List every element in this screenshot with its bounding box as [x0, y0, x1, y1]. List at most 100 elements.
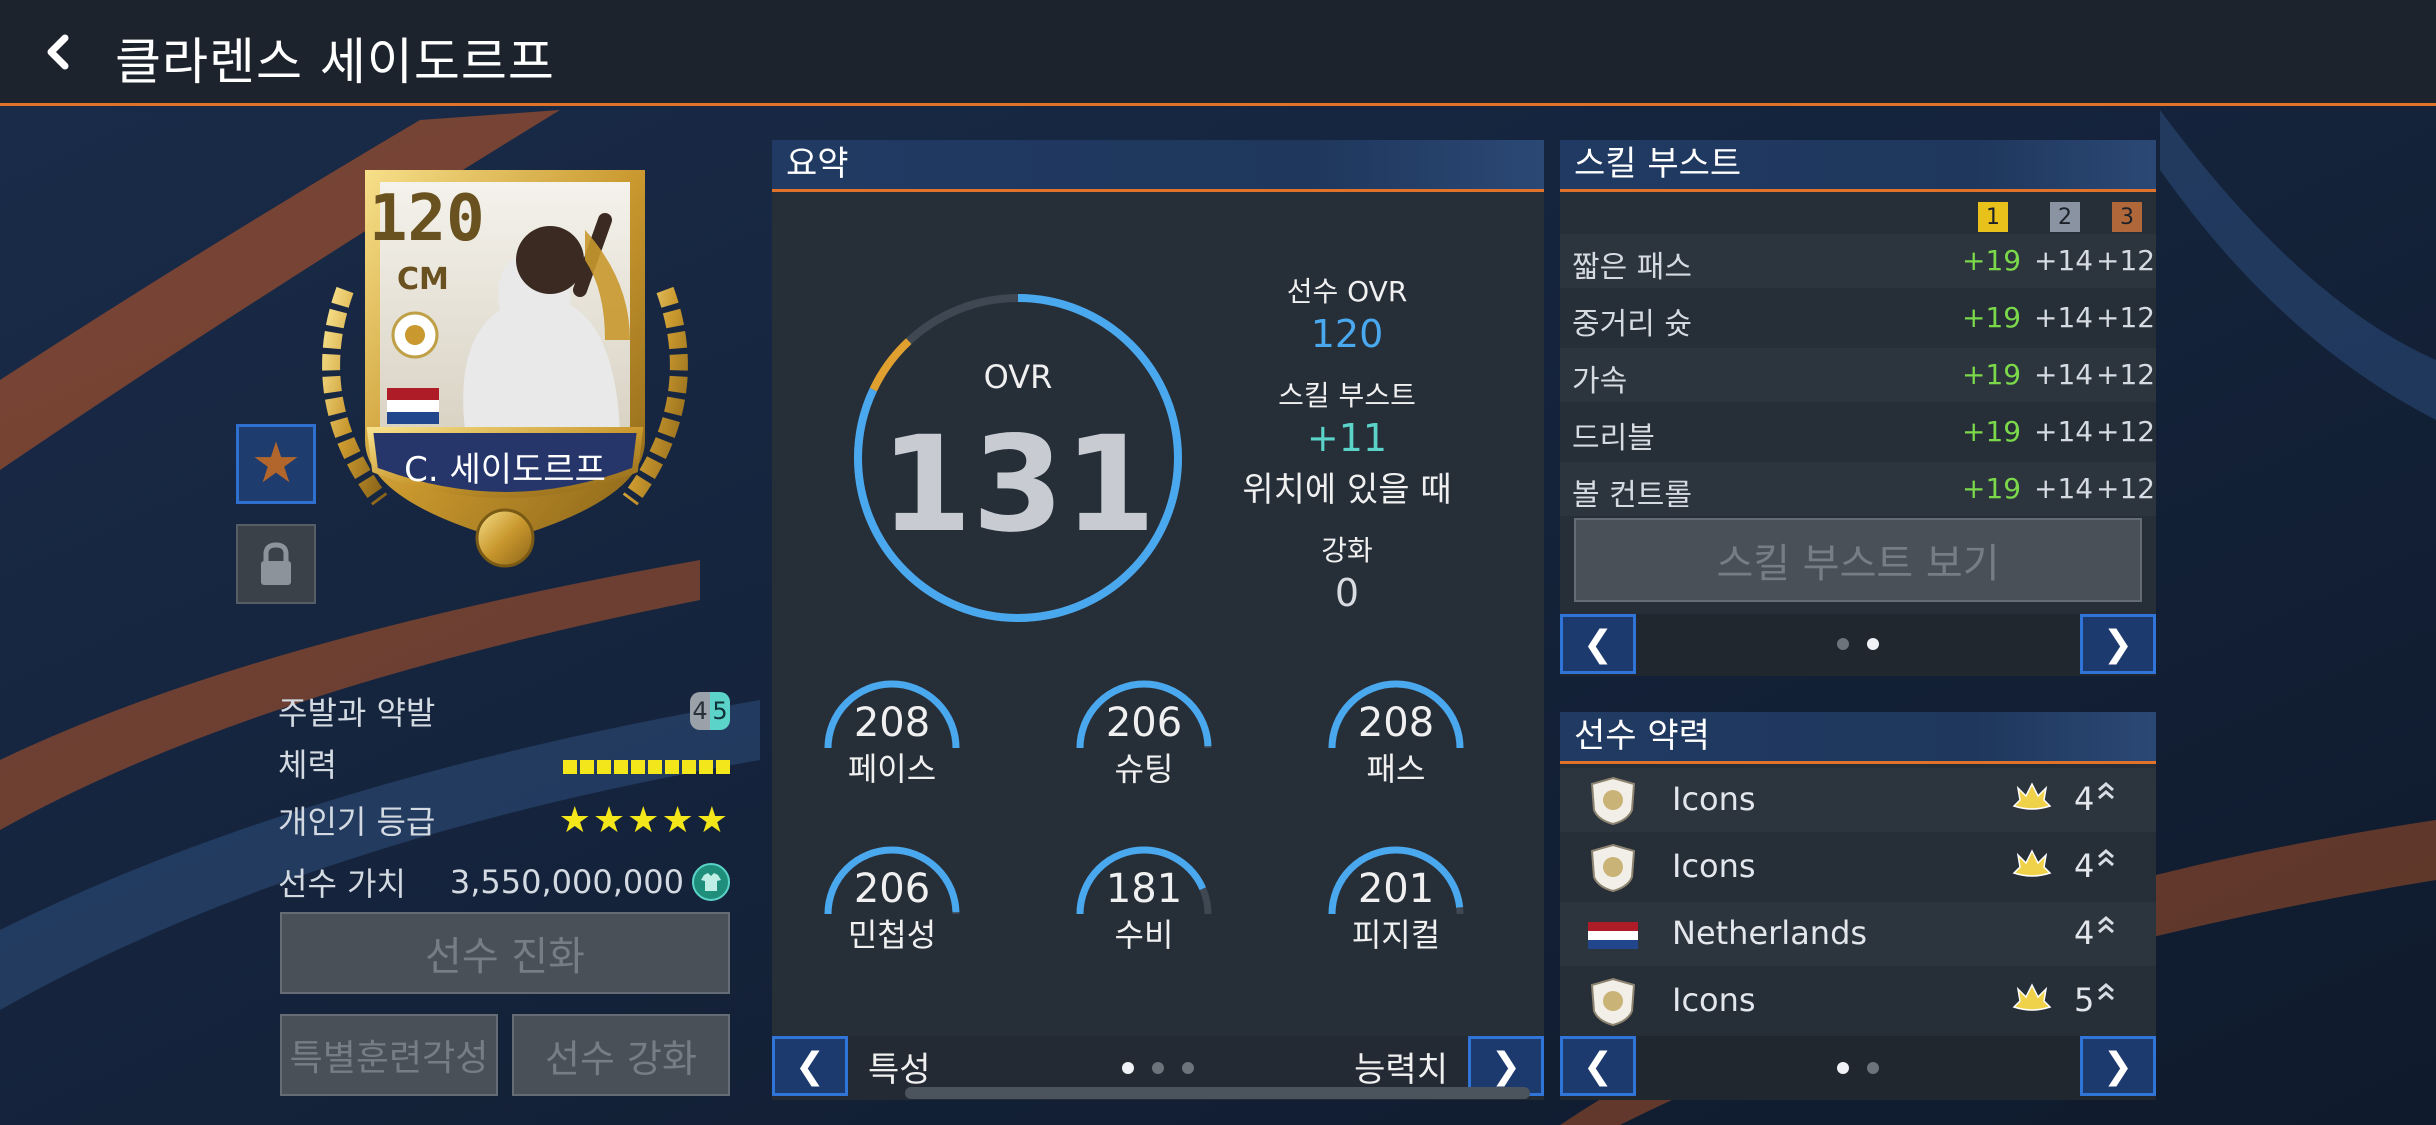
rank-badge: 1 — [1978, 202, 2008, 232]
trait-level: 4 — [2074, 847, 2095, 885]
currency-icon — [692, 863, 730, 901]
view-skill-boost-button[interactable]: 스킬 부스트 보기 — [1574, 518, 2142, 602]
trait-row[interactable]: Icons 4 — [1560, 768, 2156, 832]
stat-value: 206 — [1105, 700, 1183, 746]
info-row-value: 선수 가치 3,550,000,000 — [278, 859, 730, 905]
stamina-segment — [665, 760, 679, 774]
trait-level: 4 — [2074, 914, 2095, 952]
summary-prev-button[interactable]: ❮ — [772, 1036, 848, 1096]
skill-boost-prev-button[interactable]: ❮ — [1560, 614, 1636, 674]
icon-type-icon — [2012, 849, 2052, 893]
skill-name: 중거리 슛 — [1572, 307, 1692, 342]
rank-badge: 2 — [2050, 202, 2080, 232]
page-dot — [1122, 1062, 1134, 1074]
level-up-icon — [2096, 975, 2116, 1013]
stamina-segment — [614, 760, 628, 774]
player-card[interactable]: 120 CM C. 세이도르프 — [285, 140, 725, 580]
stat-label: 페이스 — [847, 750, 937, 788]
skill-boost-value: +19 — [1962, 244, 2022, 277]
skill-boost-value: +11 — [1306, 416, 1388, 460]
skill-boost-next-button[interactable]: ❯ — [2080, 614, 2156, 674]
info-row-foot: 주발과 약발 4 5 — [278, 688, 730, 734]
foot-left-value: 4 — [690, 692, 710, 730]
trait-row[interactable]: Netherlands 4 — [1560, 902, 2156, 966]
ovr-label: OVR — [983, 358, 1053, 396]
stamina-segment — [563, 760, 577, 774]
stamina-segment — [631, 760, 645, 774]
player-value: 3,550,000,000 — [449, 863, 684, 901]
page-dot — [1837, 1062, 1849, 1074]
stat-label: 슈팅 — [1114, 750, 1174, 788]
skill-boost-value: +14 — [2034, 415, 2094, 448]
skill-boost-value: +19 — [1962, 415, 2022, 448]
favorite-button[interactable]: ★ — [236, 424, 316, 504]
skill-boost-row: 가속 +19 +14 +12 — [1560, 348, 2156, 402]
value-label: 선수 가치 — [278, 865, 406, 903]
skill-boost-value: +12 — [2096, 472, 2156, 505]
traits-next-button[interactable]: ❯ — [2080, 1036, 2156, 1096]
star-icon: ★ — [250, 431, 302, 496]
trait-row[interactable]: Icons 4 — [1560, 835, 2156, 899]
skill-boost-value: +14 — [2034, 301, 2094, 334]
skill-name: 짧은 패스 — [1572, 250, 1692, 285]
skill-boost-row: 볼 컨트롤 +19 +14 +12 — [1560, 462, 2156, 516]
card-player-name: C. 세이도르프 — [404, 450, 606, 490]
trait-name: Icons — [1672, 847, 1756, 885]
skill-boost-value: +19 — [1962, 301, 2022, 334]
skill-boost-panel: 스킬 부스트 123 짧은 패스 +19 +14 +12 중거리 슛 +19 +14 +12 가… — [1560, 140, 2156, 676]
info-row-stamina: 체력 — [278, 740, 730, 786]
skill-boost-row: 중거리 슛 +19 +14 +12 — [1560, 291, 2156, 345]
traits-prev-button[interactable]: ❮ — [1560, 1036, 1636, 1096]
skill-boost-value: +14 — [2034, 472, 2094, 505]
scrollbar[interactable] — [905, 1087, 1530, 1099]
skill-boost-value: +14 — [2034, 358, 2094, 391]
enhance-value: 0 — [1334, 571, 1360, 615]
page-dot — [1182, 1062, 1194, 1074]
skill-boost-label: 스킬 부스트 — [1278, 379, 1416, 412]
player-card-art — [322, 170, 688, 568]
skill-boost-page-dots — [1837, 638, 1879, 650]
lock-button[interactable] — [236, 524, 316, 604]
position-note: 위치에 있을 때 — [1242, 470, 1452, 510]
icon-type-icon — [2012, 782, 2052, 826]
summary-details: 선수 OVR 120 스킬 부스트 +11 위치에 있을 때 강화 0 — [1212, 270, 1482, 615]
evolve-button[interactable]: 선수 진화 — [280, 912, 730, 994]
player-traits-title: 선수 약력 — [1560, 712, 2156, 764]
stamina-segment — [682, 760, 696, 774]
stamina-segment — [699, 760, 713, 774]
enhance-button[interactable]: 선수 강화 — [512, 1014, 730, 1096]
player-ovr-label: 선수 OVR — [1286, 275, 1408, 308]
trait-level: 5 — [2074, 981, 2095, 1019]
summary-nav-left-label: 특성 — [868, 1050, 931, 1090]
top-bar: 클라렌스 세이도르프 — [0, 0, 2436, 106]
chevron-left-icon — [47, 34, 69, 70]
special-training-button[interactable]: 특별훈련각성 — [280, 1014, 498, 1096]
popularity-stars: ★★★★★ — [558, 799, 730, 841]
stamina-segment — [648, 760, 662, 774]
stat-value: 208 — [853, 700, 931, 746]
page-title: 클라렌스 세이도르프 — [115, 33, 555, 91]
player-ovr-value: 120 — [1310, 312, 1384, 356]
back-button[interactable] — [30, 24, 86, 80]
card-position: CM — [397, 262, 449, 297]
player-traits-panel: 선수 약력 Icons 4 Icons 4 Netherlands 4 Icons 5 ❮ ❯ — [1560, 712, 2156, 1100]
stamina-bar — [560, 744, 730, 782]
foot-right-value: 5 — [710, 692, 730, 730]
skill-boost-value: +12 — [2096, 415, 2156, 448]
stamina-label: 체력 — [278, 746, 337, 784]
skill-boost-value: +12 — [2096, 358, 2156, 391]
skill-boost-row: 드리블 +19 +14 +12 — [1560, 405, 2156, 459]
level-up-icon — [2096, 841, 2116, 879]
trait-row[interactable]: Icons 5 — [1560, 969, 2156, 1033]
traits-page-dots — [1837, 1062, 1879, 1074]
summary-nav-right-label: 능력치 — [1354, 1050, 1448, 1090]
trait-name: Netherlands — [1672, 914, 1868, 952]
stamina-segment — [716, 760, 730, 774]
skill-name: 드리블 — [1572, 421, 1655, 456]
level-up-icon — [2096, 908, 2116, 946]
summary-title: 요약 — [772, 140, 1544, 192]
info-row-popularity: 개인기 등급 ★★★★★ — [278, 797, 730, 843]
summary-panel: 요약 OVR 131 선수 OVR 120 스킬 부스트 +11 위치에 있을 … — [772, 140, 1544, 1100]
stamina-segment — [580, 760, 594, 774]
trait-level: 4 — [2074, 780, 2095, 818]
